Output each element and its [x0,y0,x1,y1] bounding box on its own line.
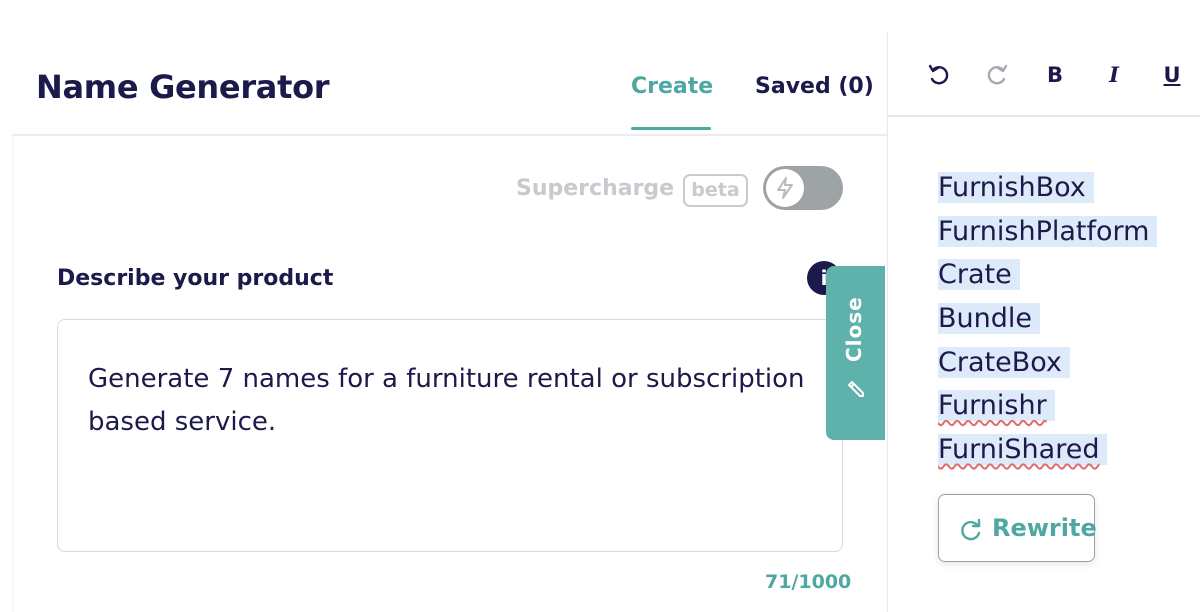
page-title: Name Generator [36,68,330,106]
name-text[interactable]: Furnishr [938,390,1055,422]
tab-create[interactable]: Create [631,74,713,99]
list-item[interactable]: Bundle [938,297,1157,341]
close-panel-tab[interactable]: Close [826,266,885,440]
product-description-value[interactable]: Generate 7 names for a furniture rental … [88,358,818,444]
beta-badge: beta [683,174,748,207]
generated-names-list[interactable]: FurnishBox FurnishPlatform Crate Bundle … [938,166,1158,472]
list-item[interactable]: FurniShared [938,428,1157,472]
name-text[interactable]: Bundle [938,303,1040,335]
tab-saved[interactable]: Saved (0) [755,74,874,99]
active-tab-indicator [631,127,711,130]
redo-button[interactable] [982,60,1012,90]
list-item[interactable]: Furnishr [938,384,1157,428]
close-label: Close [842,296,866,362]
underline-button[interactable]: U [1157,60,1187,90]
rewrite-button[interactable]: Rewrite [938,494,1097,562]
list-item[interactable]: CrateBox [938,341,1157,385]
bold-button[interactable]: B [1040,60,1070,90]
italic-button[interactable]: I [1099,60,1129,90]
list-item[interactable]: Crate [938,253,1157,297]
name-text[interactable]: Crate [938,259,1020,291]
header-divider [12,134,887,136]
list-item[interactable]: FurnishBox [938,166,1157,210]
name-text[interactable]: FurnishBox [938,172,1094,203]
rewrite-label: Rewrite [992,514,1097,542]
name-text[interactable]: FurniShared [938,434,1108,466]
panel-left-edge [12,136,14,612]
list-item[interactable]: FurnishPlatform [938,210,1158,254]
toolbar-divider [887,115,1200,117]
undo-button[interactable] [924,60,954,90]
name-text[interactable]: CrateBox [938,346,1070,378]
product-description-input[interactable]: Generate 7 names for a furniture rental … [57,319,843,552]
name-text[interactable]: FurnishPlatform [938,215,1158,247]
toggle-knob [766,169,804,207]
pencil-icon [848,381,864,397]
lightning-icon [777,177,793,199]
undo-icon [928,64,949,85]
supercharge-label: Supercharge [516,176,675,201]
supercharge-toggle[interactable] [763,166,843,210]
redo-icon [987,64,1008,85]
product-description-label: Describe your product [57,266,334,291]
refresh-icon [961,518,981,541]
character-count: 71/1000 [765,571,852,593]
